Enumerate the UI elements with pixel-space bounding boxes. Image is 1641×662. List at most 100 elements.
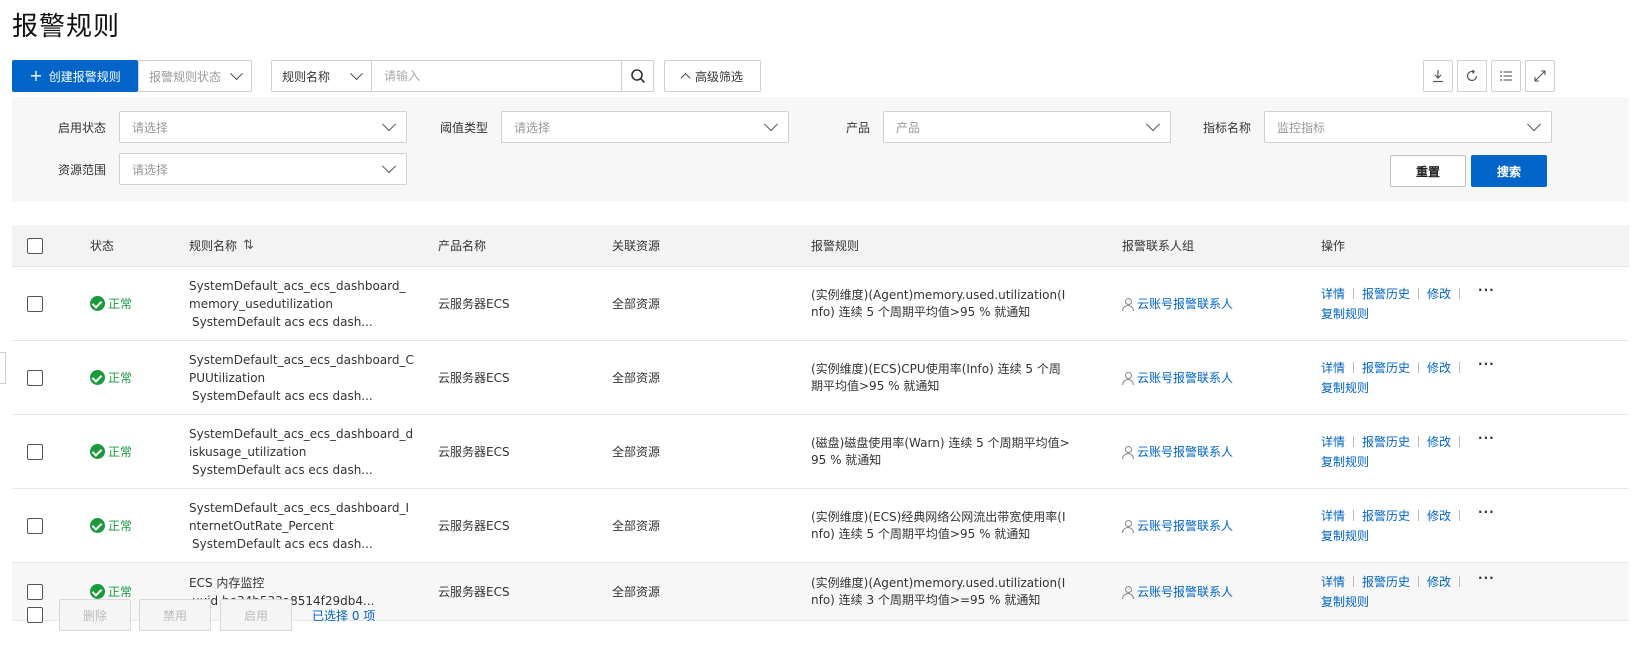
threshold-type-label: 阈值类型	[440, 121, 489, 135]
contact-group-label: 云账号报警联系人	[1137, 445, 1234, 459]
alarm-rule-text: (实例维度)(ECS)CPU使用率(Info) 连续 5 个周期平均值>95 %…	[811, 361, 1061, 393]
more-icon[interactable]: ···	[1478, 571, 1495, 585]
metric-name-placeholder: 监控指标	[1277, 120, 1326, 135]
detail-link[interactable]: 详情	[1321, 433, 1345, 450]
contact-group-label: 云账号报警联系人	[1137, 371, 1234, 385]
divider	[1459, 436, 1461, 447]
detail-link[interactable]: 详情	[1321, 359, 1345, 376]
alarm-rules-table: 状态 规则名称 ⇅ 产品名称 关联资源 报警规则 报警联系人组 操作 正常 Sys…	[12, 225, 1629, 621]
status-text: 正常	[108, 445, 133, 459]
divider	[1459, 362, 1461, 373]
disable-button[interactable]: 禁用	[139, 599, 211, 631]
more-icon[interactable]: ···	[1478, 505, 1495, 519]
metric-name-label: 指标名称	[1203, 121, 1252, 135]
delete-button[interactable]: 删除	[59, 599, 131, 631]
operations-cell: 详情 报警历史 修改 ··· 复制规则	[1321, 267, 1495, 340]
more-icon[interactable]: ···	[1478, 283, 1495, 297]
header-product: 产品名称	[438, 239, 487, 253]
create-rule-button[interactable]: + 创建报警规则	[12, 60, 138, 92]
enable-status-select[interactable]: 请选择	[119, 111, 407, 143]
metric-name-select[interactable]: 监控指标	[1264, 111, 1552, 143]
refresh-button[interactable]	[1457, 60, 1487, 92]
plus-icon: +	[29, 66, 43, 85]
contact-group-link[interactable]: 云账号报警联系人	[1122, 415, 1233, 488]
operations-cell: 详情 报警历史 修改 ··· 复制规则	[1321, 415, 1495, 488]
rule-id: SystemDefault acs ecs dash...	[192, 388, 373, 403]
chevron-down-icon	[230, 66, 243, 80]
detail-link[interactable]: 详情	[1321, 573, 1345, 590]
rule-id: SystemDefault acs ecs dash...	[192, 536, 373, 551]
alarm-history-link[interactable]: 报警历史	[1362, 573, 1410, 590]
search-field-select[interactable]: 规则名称	[272, 61, 372, 91]
select-all-checkbox[interactable]	[27, 237, 43, 254]
alarm-history-link[interactable]: 报警历史	[1362, 285, 1410, 302]
edit-link[interactable]: 修改	[1427, 507, 1451, 524]
rule-name: SystemDefault_acs_ecs_dashboard_memory_u…	[189, 278, 406, 311]
side-drawer-handle[interactable]	[0, 352, 6, 384]
enable-button[interactable]: 启用	[220, 599, 292, 631]
threshold-type-select[interactable]: 请选择	[501, 111, 789, 143]
header-rule-name[interactable]: 规则名称 ⇅	[189, 225, 254, 266]
product-select[interactable]: 产品	[883, 111, 1171, 143]
fullscreen-button[interactable]	[1525, 60, 1555, 92]
rule-name-cell: SystemDefault_acs_ecs_dashboard_Internet…	[189, 489, 414, 562]
status-text: 正常	[108, 585, 133, 599]
threshold-type-placeholder: 请选择	[514, 120, 551, 135]
contact-group-link[interactable]: 云账号报警联系人	[1122, 563, 1233, 620]
advanced-filter-label: 高级筛选	[694, 69, 743, 84]
sort-icon[interactable]: ⇅	[243, 238, 254, 253]
edit-link[interactable]: 修改	[1427, 433, 1451, 450]
header-operations: 操作	[1321, 239, 1346, 253]
user-icon	[1122, 585, 1134, 599]
row-checkbox[interactable]	[27, 583, 43, 600]
more-icon[interactable]: ···	[1478, 431, 1495, 445]
alarm-rule-text: (实例维度)(ECS)经典网络公网流出带宽使用率(Info) 连续 5 个周期平…	[811, 509, 1066, 541]
copy-rule-link[interactable]: 复制规则	[1321, 453, 1369, 470]
reset-button[interactable]: 重置	[1390, 155, 1466, 187]
detail-link[interactable]: 详情	[1321, 507, 1345, 524]
search-input[interactable]	[372, 61, 621, 91]
edit-link[interactable]: 修改	[1427, 359, 1451, 376]
copy-rule-link[interactable]: 复制规则	[1321, 593, 1369, 610]
selected-count: 已选择 0 项	[312, 608, 376, 623]
search-submit-button[interactable]: 搜索	[1471, 155, 1547, 187]
resource-scope-select[interactable]: 请选择	[119, 153, 407, 185]
edit-link[interactable]: 修改	[1427, 285, 1451, 302]
resource-scope-placeholder: 请选择	[132, 162, 169, 177]
row-checkbox[interactable]	[27, 517, 43, 534]
search-icon	[630, 69, 645, 84]
operations-cell: 详情 报警历史 修改 ··· 复制规则	[1321, 489, 1495, 562]
alarm-history-link[interactable]: 报警历史	[1362, 507, 1410, 524]
download-icon	[1433, 70, 1443, 83]
toolbar: + 创建报警规则 报警规则状态 规则名称 高级筛选	[12, 60, 1629, 92]
contact-group-link[interactable]: 云账号报警联系人	[1122, 489, 1233, 562]
column-settings-button[interactable]	[1491, 60, 1521, 92]
copy-rule-link[interactable]: 复制规则	[1321, 305, 1369, 322]
edit-link[interactable]: 修改	[1427, 573, 1451, 590]
alarm-history-link[interactable]: 报警历史	[1362, 359, 1410, 376]
related-resource: 全部资源	[612, 585, 661, 599]
copy-rule-link[interactable]: 复制规则	[1321, 379, 1369, 396]
more-icon[interactable]: ···	[1478, 357, 1495, 371]
advanced-filter-button[interactable]: 高级筛选	[664, 60, 761, 92]
divider	[1418, 288, 1420, 299]
copy-rule-link[interactable]: 复制规则	[1321, 527, 1369, 544]
detail-link[interactable]: 详情	[1321, 285, 1345, 302]
row-checkbox[interactable]	[27, 443, 43, 460]
chevron-down-icon	[1145, 117, 1161, 132]
check-circle-icon	[90, 296, 105, 311]
search-button[interactable]	[621, 61, 653, 91]
download-button[interactable]	[1423, 60, 1453, 92]
rule-status-select[interactable]: 报警规则状态	[138, 60, 252, 92]
divider	[1353, 362, 1355, 373]
contact-group-link[interactable]: 云账号报警联系人	[1122, 341, 1233, 414]
divider	[1418, 576, 1420, 587]
row-checkbox[interactable]	[27, 295, 43, 312]
alarm-history-link[interactable]: 报警历史	[1362, 433, 1410, 450]
row-checkbox[interactable]	[27, 369, 43, 386]
chevron-up-icon	[680, 72, 691, 83]
contact-group-link[interactable]: 云账号报警联系人	[1122, 267, 1233, 340]
rule-name: ECS 内存监控	[189, 575, 265, 590]
select-all-bottom-checkbox[interactable]	[27, 607, 43, 623]
rule-name-cell: SystemDefault_acs_ecs_dashboard_memory_u…	[189, 267, 414, 340]
